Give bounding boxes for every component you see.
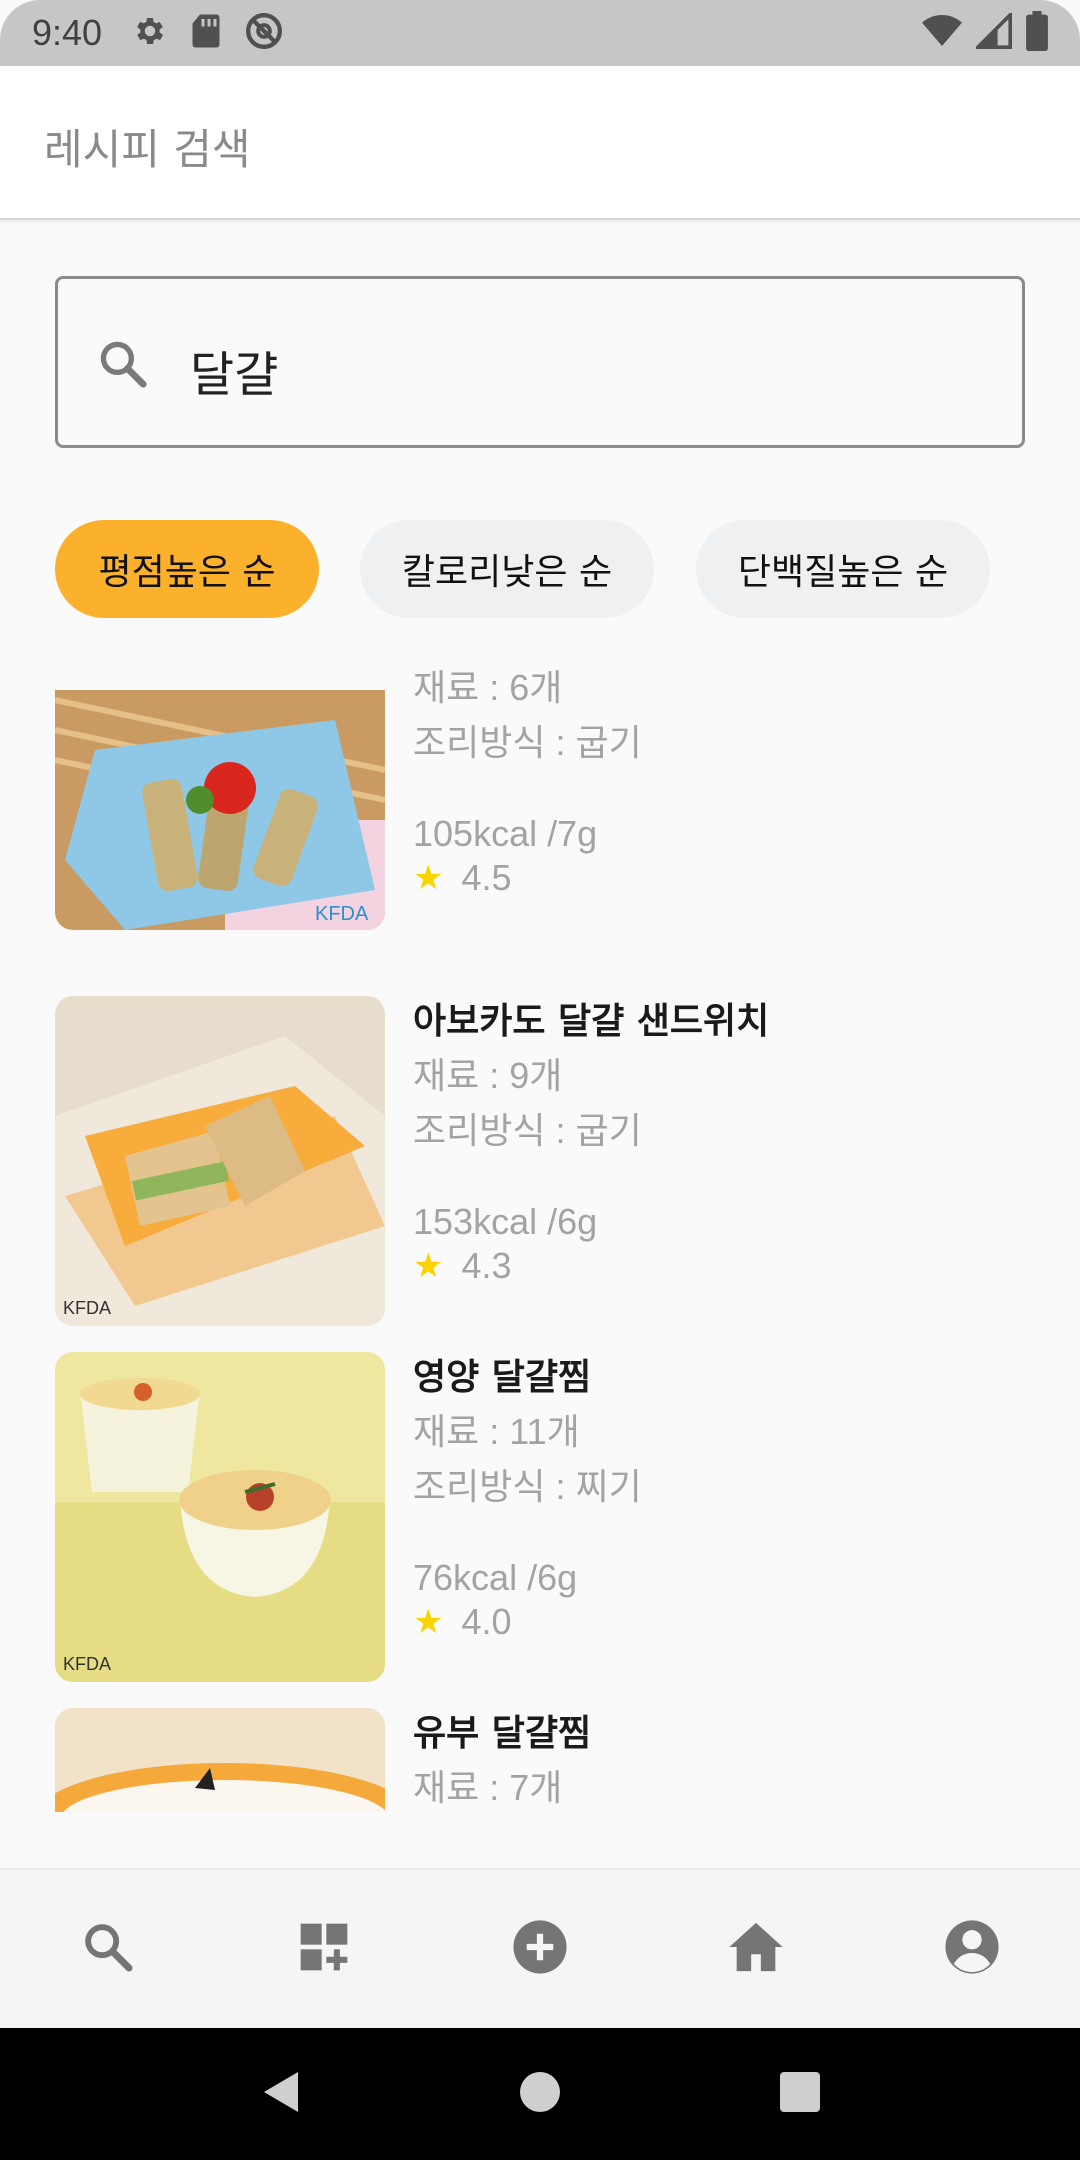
nav-account[interactable] [912, 1889, 1032, 2009]
sort-chip-calorie[interactable]: 칼로리낮은 순 [360, 520, 654, 618]
status-icons-right [922, 10, 1048, 55]
recipe-rating: ★ 4.3 [413, 1244, 769, 1288]
recipe-item[interactable]: KFDA 아보카도 달걀 샌드위치 재료 : 9개 조리방식 : 굽기 153k… [55, 996, 1055, 1326]
recipe-list[interactable]: KFDA 재료 : 6개 조리방식 : 굽기 105kcal /7g ★ 4.5 [0, 660, 1080, 1812]
recipe-ingredients: 재료 : 9개 [413, 1055, 563, 1096]
recipe-item[interactable]: KFDA 영양 달걀찜 재료 : 11개 조리방식 : 찌기 76kcal /6… [55, 1352, 1055, 1682]
nav-home[interactable] [696, 1889, 816, 2009]
page-title: 레시피 검색 [44, 125, 251, 174]
sort-chip-label: 평점높은 순 [98, 552, 276, 593]
bottom-nav [0, 1868, 1080, 2028]
recipe-ingredients: 재료 : 7개 [413, 1767, 563, 1808]
status-time: 9:40 [32, 12, 103, 53]
recipe-method: 조리방식 : 찌기 [413, 1466, 642, 1507]
wifi-icon [922, 13, 962, 53]
recipe-info: 아보카도 달걀 샌드위치 재료 : 9개 조리방식 : 굽기 153kcal /… [413, 996, 769, 1288]
home-icon [727, 1918, 785, 1980]
recipe-method: 조리방식 : 굽기 [413, 1110, 642, 1151]
app-bar: 레시피 검색 [0, 66, 1080, 220]
sort-chip-label: 단백질높은 순 [737, 552, 949, 593]
recipe-nutrition: 76kcal /6g [413, 1557, 578, 1598]
recipe-title: 아보카도 달걀 샌드위치 [413, 1001, 770, 1042]
recipe-rating-value: 4.3 [461, 1245, 512, 1286]
recipe-rating: ★ 4.0 [413, 1600, 642, 1644]
recipe-rating: ★ 4.5 [413, 856, 642, 900]
sort-chip-protein[interactable]: 단백질높은 순 [696, 520, 990, 618]
nav-add[interactable] [480, 1889, 600, 2009]
status-bar: 9:40 [0, 0, 1080, 66]
recipe-ingredients: 재료 : 6개 [413, 667, 563, 708]
search-input[interactable]: 달걀 [55, 276, 1025, 448]
nav-search[interactable] [48, 1889, 168, 2009]
recipe-image: KFDA [55, 690, 385, 930]
screen: 9:40 레시피 검색 달걀 평점높은 순 칼로리낮은 순 단백질높은 순 KF… [0, 0, 1080, 2160]
recipe-info: 유부 달걀찜 재료 : 7개 [413, 1708, 591, 1812]
system-nav [0, 2028, 1080, 2160]
star-icon: ★ [413, 1603, 444, 1641]
add-widget-icon [296, 1919, 352, 1979]
recipe-rating-value: 4.5 [461, 857, 512, 898]
recipe-rating-value: 4.0 [461, 1601, 512, 1642]
recipe-ingredients: 재료 : 11개 [413, 1411, 580, 1452]
search-query: 달걀 [190, 347, 279, 403]
sort-chip-label: 칼로리낮은 순 [401, 552, 613, 593]
signal-icon [973, 10, 1012, 53]
recipe-info: 영양 달걀찜 재료 : 11개 조리방식 : 찌기 76kcal /6g ★ 4… [413, 1352, 642, 1644]
recipe-title: 유부 달걀찜 [413, 1713, 592, 1754]
recipe-image [55, 1708, 385, 1812]
recents-icon[interactable] [778, 2070, 822, 2118]
recipe-nutrition: 105kcal /7g [413, 813, 598, 854]
nav-add-widget[interactable] [264, 1889, 384, 2009]
home-circle-icon[interactable] [518, 2070, 562, 2118]
search-icon [80, 1919, 136, 1979]
status-icons-left [132, 11, 284, 55]
recipe-title: 영양 달걀찜 [413, 1357, 592, 1398]
sort-chip-rating[interactable]: 평점높은 순 [55, 520, 319, 618]
add-circle-icon [511, 1918, 569, 1980]
star-icon: ★ [413, 859, 444, 897]
svg-text:KFDA: KFDA [63, 1298, 111, 1318]
at-sign-icon [244, 11, 284, 55]
svg-text:KFDA: KFDA [315, 903, 369, 925]
account-icon [943, 1918, 1001, 1980]
recipe-item[interactable]: KFDA 재료 : 6개 조리방식 : 굽기 105kcal /7g ★ 4.5 [55, 660, 1055, 930]
star-icon: ★ [413, 1247, 444, 1285]
recipe-image: KFDA [55, 1352, 385, 1682]
gear-icon [132, 13, 168, 53]
svg-text:KFDA: KFDA [63, 1654, 111, 1674]
recipe-method: 조리방식 : 굽기 [413, 722, 642, 763]
search-icon [96, 337, 150, 395]
sd-card-icon [190, 13, 222, 53]
back-icon[interactable] [258, 2068, 302, 2120]
recipe-info: 재료 : 6개 조리방식 : 굽기 105kcal /7g ★ 4.5 [413, 660, 642, 900]
battery-icon [1026, 11, 1048, 55]
recipe-item[interactable]: 유부 달걀찜 재료 : 7개 [55, 1708, 1055, 1812]
recipe-nutrition: 153kcal /6g [413, 1201, 598, 1242]
recipe-image: KFDA [55, 996, 385, 1326]
